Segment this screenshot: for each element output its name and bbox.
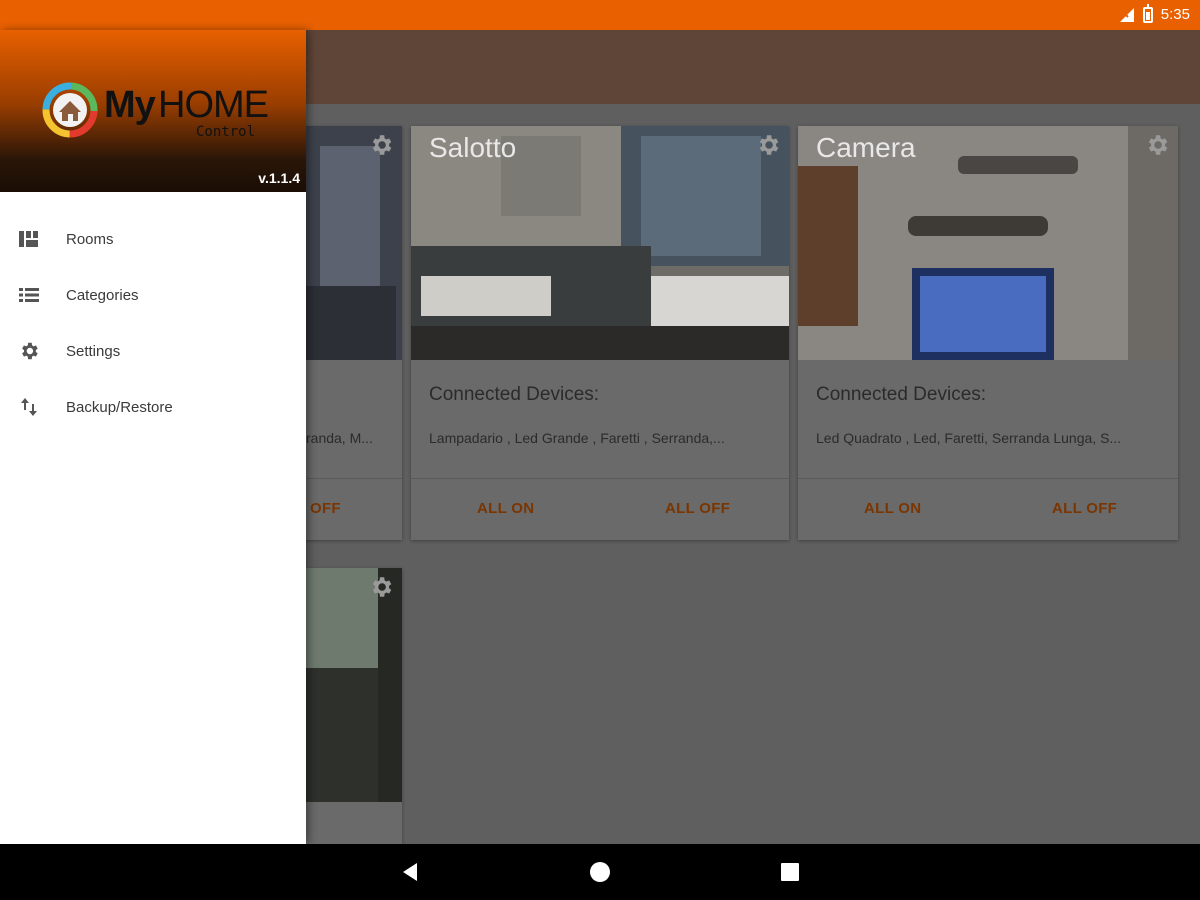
room-settings-gear-icon[interactable] — [368, 574, 394, 600]
rooms-icon — [19, 231, 38, 247]
card-divider — [798, 478, 1178, 479]
room-devices: Lampadario , Led Grande , Faretti , Serr… — [429, 430, 725, 446]
room-devices: randa, M... — [306, 430, 373, 446]
all-off-button[interactable]: ALL OFF — [1052, 500, 1117, 517]
app-logo-icon — [42, 82, 98, 138]
room-settings-gear-icon[interactable] — [1144, 132, 1170, 158]
navigation-drawer: My HOME Control v.1.1.4 Rooms Categories… — [0, 30, 306, 844]
system-nav-bar — [0, 844, 1200, 900]
all-off-button[interactable]: ALL OFF — [665, 500, 730, 517]
room-title: Camera — [816, 132, 916, 163]
drawer-item-label: Backup/Restore — [66, 398, 173, 416]
drawer-header: My HOME Control v.1.1.4 — [0, 30, 306, 192]
drawer-item-label: Settings — [66, 342, 121, 360]
all-off-button[interactable]: OFF — [310, 500, 341, 517]
room-devices: Led Quadrato , Led, Faretti, Serranda Lu… — [816, 430, 1122, 446]
home-icon[interactable] — [588, 860, 612, 884]
recents-icon[interactable] — [778, 860, 802, 884]
all-on-button[interactable]: ALL ON — [864, 500, 921, 517]
drawer-item-backup-restore[interactable]: Backup/Restore — [0, 382, 306, 432]
room-title: Salotto — [429, 132, 517, 163]
connected-devices-label: Connected Devices: — [429, 384, 600, 405]
status-bar: 5:35 — [0, 0, 1200, 30]
all-on-button[interactable]: ALL ON — [477, 500, 534, 517]
drawer-item-rooms[interactable]: Rooms — [0, 214, 306, 264]
room-settings-gear-icon[interactable] — [368, 132, 394, 158]
logo-text-home: HOME — [158, 84, 269, 126]
back-icon[interactable] — [398, 860, 422, 884]
signal-icon — [1119, 7, 1134, 22]
list-icon — [19, 288, 39, 302]
status-icons: 5:35 — [1119, 3, 1190, 23]
gear-icon — [22, 342, 38, 360]
swap-vertical-icon — [21, 398, 37, 416]
room-photo: Camera — [798, 126, 1178, 360]
battery-icon — [1142, 3, 1153, 23]
drawer-item-categories[interactable]: Categories — [0, 270, 306, 320]
room-photo: Salotto — [411, 126, 789, 360]
drawer-item-label: Categories — [66, 286, 139, 304]
logo-text-control: Control — [196, 124, 256, 140]
room-settings-gear-icon[interactable] — [755, 132, 781, 158]
drawer-item-settings[interactable]: Settings — [0, 326, 306, 376]
drawer-item-label: Rooms — [66, 230, 114, 248]
logo-text-my: My — [104, 84, 156, 126]
room-card-salotto[interactable]: Salotto Connected Devices: Lampadario , … — [411, 126, 789, 540]
connected-devices-label: Connected Devices: — [816, 384, 987, 405]
room-card-camera[interactable]: Camera Connected Devices: Led Quadrato ,… — [798, 126, 1178, 540]
status-time: 5:35 — [1160, 6, 1190, 23]
card-divider — [411, 478, 789, 479]
app-version: v.1.1.4 — [258, 170, 300, 186]
